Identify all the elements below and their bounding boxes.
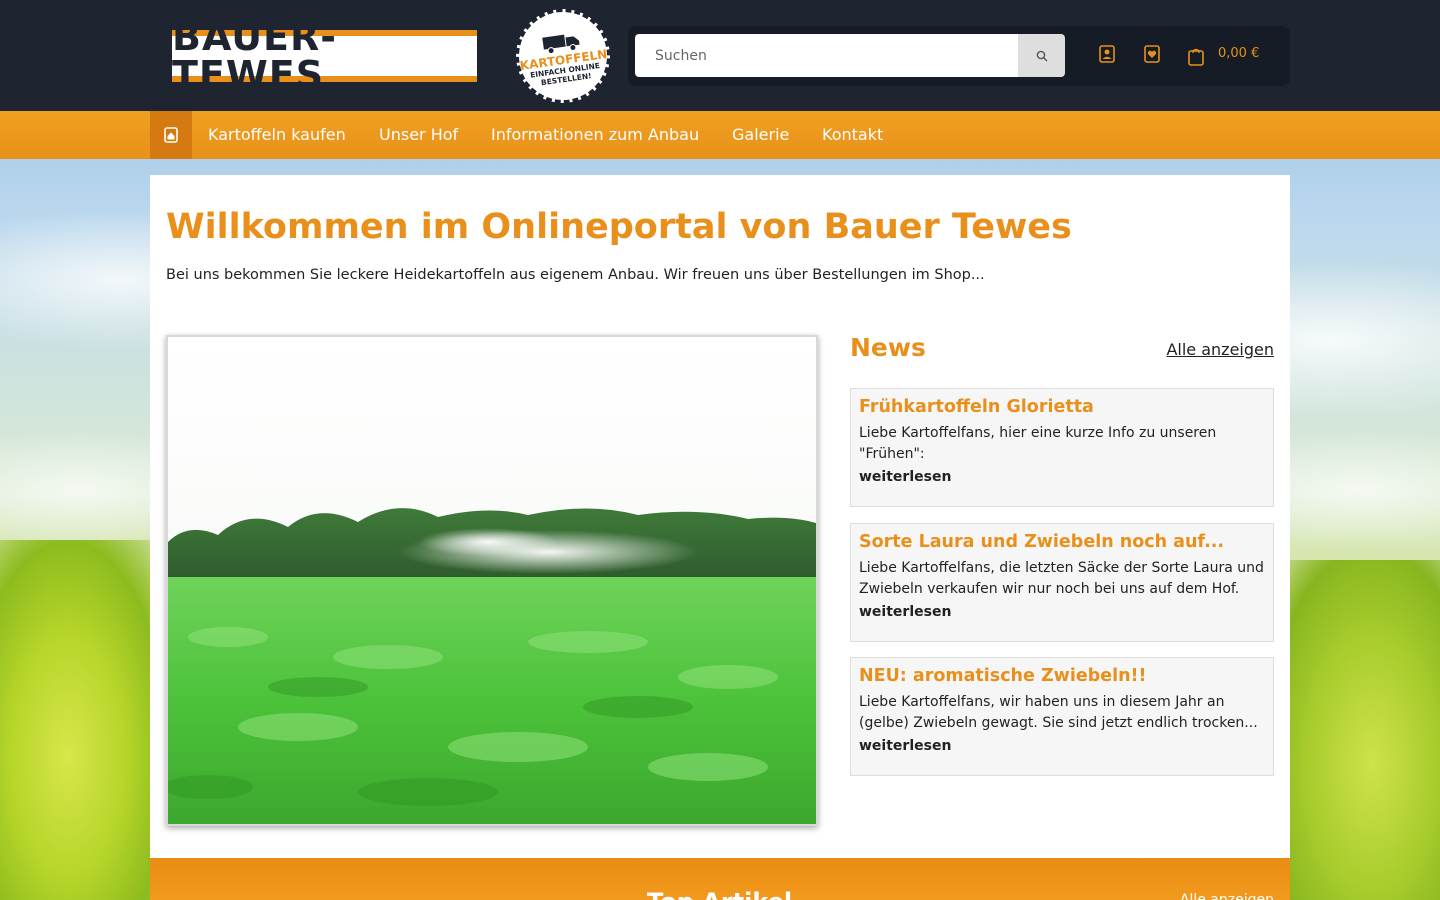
news-read-more-link[interactable]: weiterlesen <box>859 604 951 620</box>
top-articles-show-all-link[interactable]: Alle anzeigen <box>1180 892 1274 900</box>
nav-item-unser-hof[interactable]: Unser Hof <box>379 125 458 144</box>
search-button[interactable] <box>1018 34 1065 77</box>
news-item-title[interactable]: Sorte Laura und Zwiebeln noch auf... <box>859 532 1265 552</box>
main-content: Willkommen im Onlineportal von Bauer Tew… <box>150 175 1290 900</box>
top-articles-heading: Top Artikel <box>647 888 792 900</box>
news-item[interactable]: Sorte Laura und Zwiebeln noch auf... Lie… <box>850 523 1274 642</box>
header: BAUER-TEWES KARTOFFELN EINFACH ONLINE BE… <box>0 0 1440 111</box>
nav-item-informationen-anbau[interactable]: Informationen zum Anbau <box>491 125 699 144</box>
logo[interactable]: BAUER-TEWES <box>172 18 477 94</box>
main-navigation: Kartoffeln kaufen Unser Hof Informatione… <box>0 111 1440 159</box>
news-item[interactable]: Frühkartoffeln Glorietta Liebe Kartoffel… <box>850 388 1274 507</box>
page-subtitle: Bei uns bekommen Sie leckere Heidekartof… <box>166 267 985 283</box>
news-item[interactable]: NEU: aromatische Zwiebeln!! Liebe Kartof… <box>850 657 1274 776</box>
page-title: Willkommen im Onlineportal von Bauer Tew… <box>166 207 1072 247</box>
wishlist-button[interactable] <box>1140 42 1164 66</box>
nav-item-kartoffeln-kaufen[interactable]: Kartoffeln kaufen <box>208 125 346 144</box>
field-photo <box>168 337 816 824</box>
news-read-more-link[interactable]: weiterlesen <box>859 469 951 485</box>
top-articles-section: Top Artikel Alle anzeigen <box>150 858 1290 900</box>
news-item-title[interactable]: NEU: aromatische Zwiebeln!! <box>859 666 1265 686</box>
kartoffeln-badge: KARTOFFELN EINFACH ONLINE BESTELLEN! <box>509 2 617 110</box>
plant-background-right <box>1270 560 1440 900</box>
news-item-text: Liebe Kartoffelfans, wir haben uns in di… <box>859 694 1258 731</box>
news-read-more-link[interactable]: weiterlesen <box>859 738 951 754</box>
search-input[interactable] <box>635 34 1019 77</box>
plant-background-left <box>0 540 170 900</box>
news-show-all-link[interactable]: Alle anzeigen <box>1166 340 1274 359</box>
nav-item-galerie[interactable]: Galerie <box>732 125 789 144</box>
logo-text: BAUER-TEWES <box>172 15 338 97</box>
home-icon <box>164 127 178 143</box>
search-icon <box>1036 50 1047 61</box>
cart-button[interactable] <box>1184 45 1208 69</box>
news-item-text: Liebe Kartoffelfans, die letzten Säcke d… <box>859 560 1264 597</box>
nav-home[interactable] <box>150 111 192 159</box>
news-item-title[interactable]: Frühkartoffeln Glorietta <box>859 397 1265 417</box>
cart-total[interactable]: 0,00 € <box>1218 46 1259 61</box>
potato-field-image[interactable] <box>166 335 818 826</box>
user-icon <box>1099 45 1115 63</box>
news-heading: News <box>850 333 926 362</box>
cart-icon <box>1188 48 1204 66</box>
nav-item-kontakt[interactable]: Kontakt <box>822 125 883 144</box>
news-item-text: Liebe Kartoffelfans, hier eine kurze Inf… <box>859 425 1217 462</box>
account-button[interactable] <box>1095 42 1119 66</box>
heart-icon <box>1144 45 1160 63</box>
